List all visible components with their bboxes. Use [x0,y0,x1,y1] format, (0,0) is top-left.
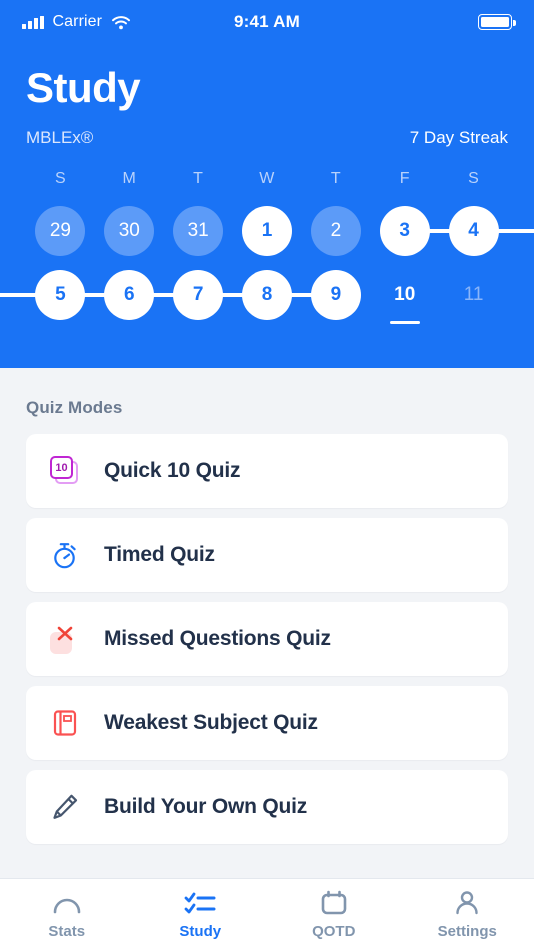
calendar-weeks: 29 30 31 1 2 3 4 5 6 7 8 9 10 11 [0,200,534,326]
day-of-week-6: S [468,170,480,188]
calendar-day-31[interactable]: 31 [164,200,233,262]
day-of-week-5: F [399,170,410,188]
pencil-icon [48,790,82,824]
calendar-day-9[interactable]: 9 [301,264,370,326]
signal-bars-icon [22,15,44,29]
app-screen: Carrier 9:41 AM Study MBLEx® 7 Day Strea… [0,0,534,950]
day-of-week-3: W [259,170,275,188]
tab-settings[interactable]: Settings [401,879,534,950]
calendar-day-dot: 8 [242,270,292,321]
calendar-day-dot: 2 [310,206,361,257]
calendar-day-dot: 9 [310,270,361,321]
day-of-week-2: T [193,170,204,188]
quiz-mode-card[interactable]: 10 Quick 10 Quiz [26,434,508,508]
wifi-icon [111,15,131,30]
calendar-day-11[interactable]: 11 [439,264,508,326]
quiz-mode-label: Build Your Own Quiz [104,795,308,818]
book-icon [48,706,82,740]
quiz-mode-label: Quick 10 Quiz [104,459,241,482]
calendar-day-29[interactable]: 29 [26,200,95,262]
tab-label: QOTD [312,923,356,940]
today-indicator [389,320,420,325]
quiz-modes-heading: Quiz Modes [26,398,123,417]
tab-label: Settings [437,923,497,940]
calendar-day-dot: 4 [448,206,499,257]
calendar-day-dot: 29 [35,206,86,257]
calendar-icon [320,889,348,917]
calendar-day-dot: 6 [104,270,155,321]
quiz-mode-card[interactable]: Build Your Own Quiz [26,770,508,844]
streak-label: 7 Day Streak [409,128,508,148]
status-bar: Carrier 9:41 AM [0,0,534,44]
exam-subtitle: MBLEx® [26,128,94,148]
day-of-week-1: M [122,170,137,188]
calendar-day-dot: 3 [379,206,430,257]
calendar-day-dot: 7 [173,270,224,321]
tab-label: Stats [48,923,86,940]
gauge-arc-icon [51,889,83,917]
calendar-day-dot: 5 [35,270,86,321]
quiz-mode-card[interactable]: Timed Quiz [26,518,508,592]
calendar-day-5[interactable]: 5 [26,264,95,326]
stopwatch-icon [48,538,82,572]
day-of-week-4: T [330,170,341,188]
quiz-modes-list: 10 Quick 10 Quiz Timed Quiz Missed Question… [26,434,508,844]
calendar-day-30[interactable]: 30 [95,200,164,262]
calendar-day-dot: 31 [173,206,224,257]
calendar-day-10[interactable]: 10 [370,264,439,326]
calendar-week-0: 29 30 31 1 2 3 4 [0,200,534,262]
calendar-day-1[interactable]: 1 [233,200,302,262]
person-icon [453,889,481,917]
header-panel: Carrier 9:41 AM Study MBLEx® 7 Day Strea… [0,0,534,368]
streak-connector-edge [495,229,534,234]
battery-icon [478,14,516,30]
stacked-cards-10-icon: 10 [48,454,82,488]
calendar-day-3[interactable]: 3 [370,200,439,262]
checklist-icon [184,889,216,917]
calendar-day-dot: 30 [104,206,155,257]
streak-connector-edge [0,293,39,298]
calendar-week-1: 5 6 7 8 9 10 11 [0,264,534,326]
calendar-day-8[interactable]: 8 [233,264,302,326]
tab-qotd[interactable]: QOTD [267,879,401,950]
calendar-day-7[interactable]: 7 [164,264,233,326]
title-block: Study MBLEx® 7 Day Streak [0,44,534,148]
day-of-week-0: S [54,170,66,188]
quiz-mode-label: Weakest Subject Quiz [104,711,318,734]
quiz-mode-card[interactable]: Weakest Subject Quiz [26,686,508,760]
tab-stats[interactable]: Stats [0,879,134,950]
carrier-label: Carrier [52,13,103,30]
quiz-mode-label: Timed Quiz [104,543,215,566]
day-of-week-row: SMTWTFS [0,170,534,188]
calendar-day-2[interactable]: 2 [301,200,370,262]
tab-study[interactable]: Study [134,879,268,950]
tab-label: Study [179,923,222,940]
calendar-day-6[interactable]: 6 [95,264,164,326]
calendar-day-dot: 11 [463,284,484,306]
quiz-mode-card[interactable]: Missed Questions Quiz [26,602,508,676]
bottom-tab-bar: Stats Study QOTD Settings [0,878,534,950]
calendar-day-dot: 1 [242,206,292,257]
calendar-day-dot: 10 [394,284,416,306]
page-title: Study [26,64,141,111]
streak-connector [426,229,452,234]
calendar-day-4[interactable]: 4 [439,200,508,262]
clock-label: 9:41 AM [234,12,300,31]
quiz-mode-label: Missed Questions Quiz [104,627,331,650]
content-area: Quiz Modes 10 Quick 10 Quiz Timed Quiz Miss… [0,368,534,878]
streak-calendar: S M T W T F S 29 30 31 1 2 3 4 5 6 7 8 9 10 11 [0,170,534,326]
red-x-icon [48,622,82,656]
